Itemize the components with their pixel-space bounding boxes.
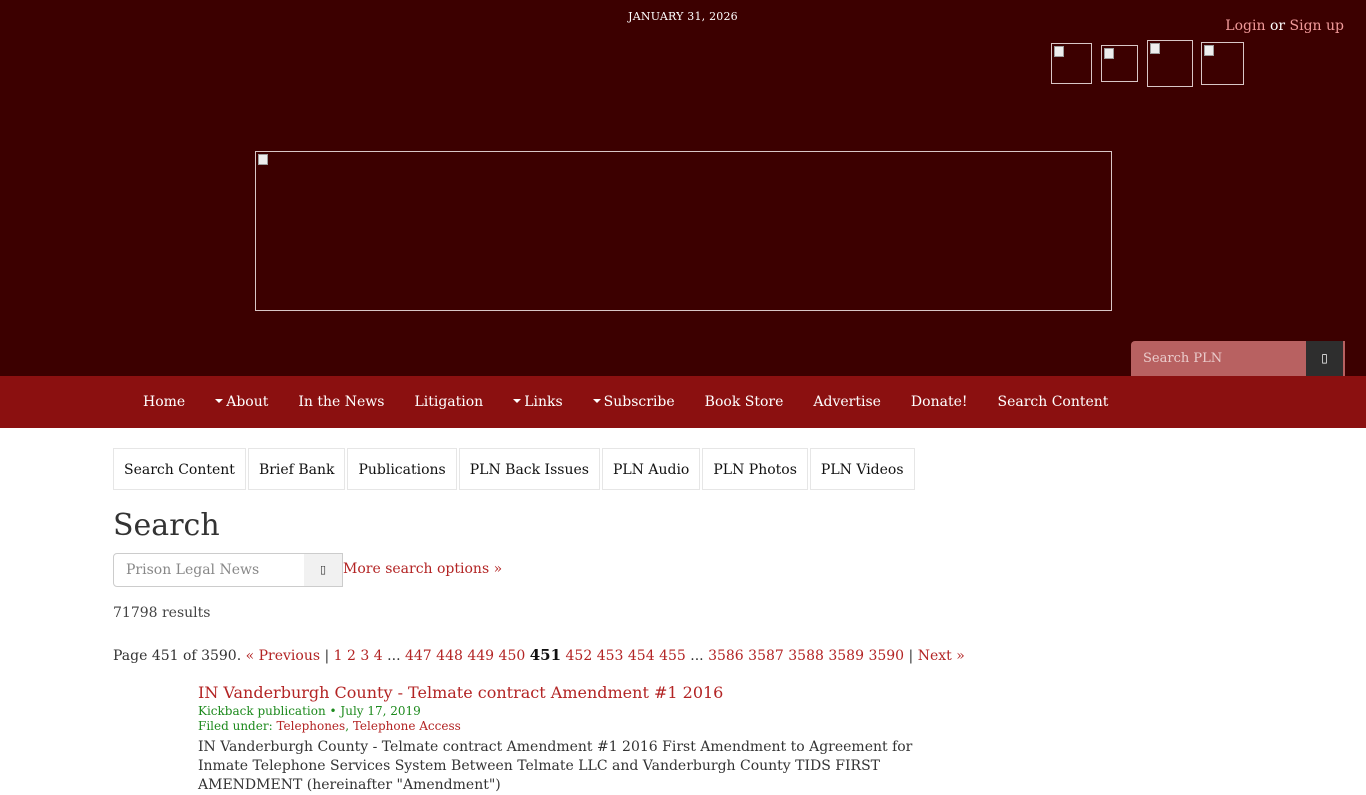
page-link[interactable]: 3588: [788, 648, 824, 664]
signup-link[interactable]: Sign up: [1290, 18, 1344, 34]
page-link[interactable]: 452: [566, 648, 593, 664]
results-count: 71798 results: [113, 605, 211, 621]
header-search-button[interactable]: ▯: [1306, 341, 1343, 376]
page-link[interactable]: 3589: [828, 648, 864, 664]
nav-item-in-the-news[interactable]: In the News: [283, 376, 399, 428]
search-subtabs: Search Content Brief Bank Publications P…: [113, 448, 915, 490]
result-description: IN Vanderburgh County - Telmate contract…: [198, 739, 913, 793]
nav-item-label: Book Store: [704, 394, 784, 410]
nav-item-label: Litigation: [414, 394, 484, 410]
twitter-icon[interactable]: [1101, 45, 1138, 82]
search-button[interactable]: ▯: [304, 553, 343, 587]
page-link[interactable]: 3587: [748, 648, 784, 664]
nav-item-label: In the News: [298, 394, 385, 410]
subtab-search-content[interactable]: Search Content: [113, 448, 246, 490]
page-link[interactable]: 450: [499, 648, 526, 664]
nav-item-book-store[interactable]: Book Store: [690, 376, 799, 428]
page-link[interactable]: 1: [334, 648, 343, 664]
auth-links: Login or Sign up: [1225, 18, 1344, 34]
page-link[interactable]: 447: [405, 648, 432, 664]
page-link[interactable]: 3: [360, 648, 369, 664]
broken-image-icon: [1150, 43, 1160, 54]
current-page: 451: [529, 646, 562, 664]
nav-item-advertise[interactable]: Advertise: [798, 376, 896, 428]
search-result: IN Vanderburgh County - Telmate contract…: [198, 683, 958, 795]
nav-item-links[interactable]: Links: [498, 376, 577, 428]
caret-down-icon: [215, 399, 224, 403]
site-header: JANUARY 31, 2026 Login or Sign up ▯: [0, 0, 1366, 376]
pagination-ellipsis: ...: [690, 648, 704, 664]
nav-item-label: Search Content: [997, 394, 1109, 410]
youtube-icon[interactable]: [1147, 40, 1193, 87]
auth-or-text: or: [1269, 18, 1286, 34]
page-link[interactable]: 448: [436, 648, 463, 664]
facebook-icon[interactable]: [1051, 43, 1092, 84]
current-date: JANUARY 31, 2026: [628, 10, 738, 23]
page-link[interactable]: 3586: [708, 648, 744, 664]
page-link[interactable]: 2: [347, 648, 356, 664]
tag-link[interactable]: Telephones: [276, 719, 345, 733]
nav-item-label: Subscribe: [603, 394, 675, 410]
nav-item-donate[interactable]: Donate!: [896, 376, 983, 428]
result-meta: Kickback publication • July 17, 2019: [198, 704, 421, 718]
pagination-separator: |: [324, 648, 330, 664]
main-nav: Home About In the News Litigation Links …: [0, 376, 1366, 428]
nav-item-litigation[interactable]: Litigation: [399, 376, 498, 428]
caret-down-icon: [513, 399, 522, 403]
filed-under-label: Filed under:: [198, 719, 273, 733]
tag-link[interactable]: Telephone Access: [353, 719, 461, 733]
result-filed-under: Filed under: Telephones, Telephone Acces…: [198, 719, 461, 733]
search-icon: ▯: [319, 563, 327, 576]
nav-item-home[interactable]: Home: [128, 376, 200, 428]
header-search-input[interactable]: [1131, 341, 1306, 376]
broken-image-icon: [1104, 48, 1114, 59]
page-link[interactable]: 449: [467, 648, 494, 664]
subtab-pln-back-issues[interactable]: PLN Back Issues: [458, 448, 600, 490]
subtab-pln-audio[interactable]: PLN Audio: [601, 448, 701, 490]
broken-image-icon: [1054, 46, 1064, 57]
nav-item-subscribe[interactable]: Subscribe: [578, 376, 690, 428]
page-link[interactable]: 3590: [868, 648, 904, 664]
pagination-separator: |: [908, 648, 914, 664]
page-link[interactable]: 4: [374, 648, 383, 664]
next-page-link[interactable]: Next »: [918, 648, 965, 664]
rss-icon[interactable]: [1201, 42, 1244, 85]
nav-item-label: Home: [143, 394, 186, 410]
nav-item-label: Advertise: [813, 394, 881, 410]
nav-item-about[interactable]: About: [200, 376, 283, 428]
subtab-pln-photos[interactable]: PLN Photos: [702, 448, 808, 490]
pagination: Page 451 of 3590. « Previous | 1 2 3 4 .…: [113, 646, 965, 664]
search-input[interactable]: [113, 553, 305, 587]
page-link[interactable]: 453: [597, 648, 624, 664]
previous-page-link[interactable]: « Previous: [246, 648, 320, 664]
more-search-options-link[interactable]: More search options »: [343, 561, 502, 577]
nav-item-label: Links: [524, 394, 563, 410]
nav-item-label: About: [226, 394, 269, 410]
subtab-brief-bank[interactable]: Brief Bank: [247, 448, 346, 490]
caret-down-icon: [592, 399, 601, 403]
nav-item-label: Donate!: [910, 394, 968, 410]
pagination-ellipsis: ...: [387, 648, 401, 664]
nav-item-search-content[interactable]: Search Content: [982, 376, 1123, 428]
site-logo-banner[interactable]: [255, 151, 1112, 311]
page-link[interactable]: 454: [628, 648, 655, 664]
header-search: ▯: [1131, 341, 1345, 376]
subtab-publications[interactable]: Publications: [347, 448, 457, 490]
subtab-pln-videos[interactable]: PLN Videos: [809, 448, 915, 490]
page-title: Search: [113, 508, 220, 543]
broken-image-icon: [1204, 45, 1214, 56]
pagination-status: Page 451 of 3590.: [113, 648, 242, 664]
search-icon: ▯: [1321, 351, 1328, 365]
result-title-link[interactable]: IN Vanderburgh County - Telmate contract…: [198, 683, 723, 702]
broken-image-icon: [258, 154, 268, 165]
page-link[interactable]: 455: [659, 648, 686, 664]
login-link[interactable]: Login: [1225, 18, 1265, 34]
